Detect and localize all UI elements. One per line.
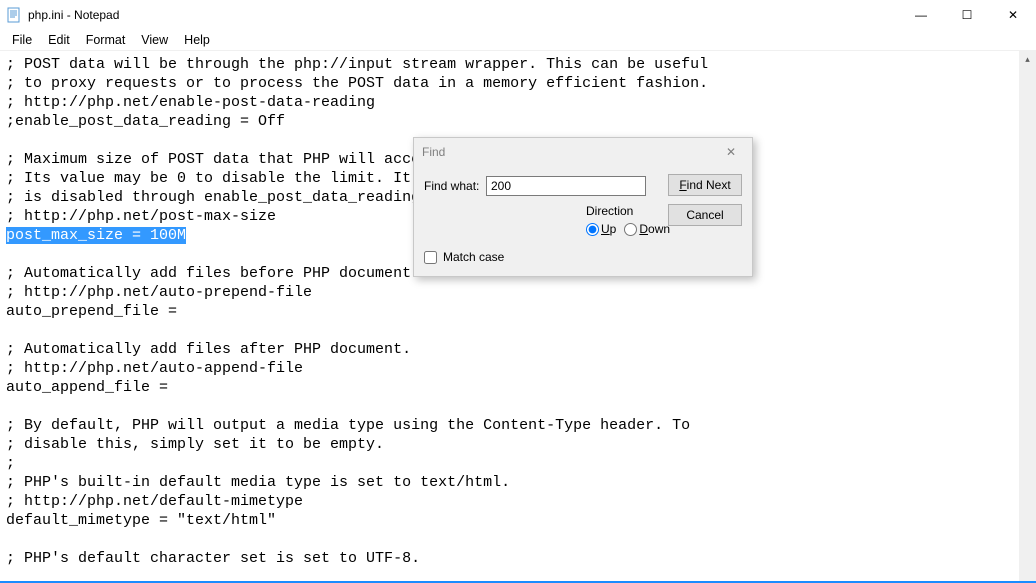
vertical-scrollbar[interactable]: ▴ [1019, 51, 1036, 583]
text-editor[interactable]: ; POST data will be through the php://in… [0, 51, 1019, 583]
menu-view[interactable]: View [133, 32, 176, 48]
find-next-button[interactable]: Find Next [668, 174, 742, 196]
radio-up[interactable] [586, 223, 599, 236]
radio-up-label[interactable]: Up [586, 222, 616, 236]
notepad-window: php.ini - Notepad — ☐ ✕ File Edit Format… [0, 0, 1036, 583]
find-what-input[interactable] [486, 176, 646, 196]
menubar: File Edit Format View Help [0, 30, 1036, 50]
close-button[interactable]: ✕ [990, 0, 1036, 30]
find-direction-group: Direction Up Down [586, 204, 670, 236]
menu-format[interactable]: Format [78, 32, 134, 48]
titlebar[interactable]: php.ini - Notepad — ☐ ✕ [0, 0, 1036, 30]
maximize-button[interactable]: ☐ [944, 0, 990, 30]
find-dialog-titlebar[interactable]: Find ✕ [414, 138, 752, 166]
scroll-up-arrow[interactable]: ▴ [1019, 51, 1036, 68]
menu-file[interactable]: File [4, 32, 40, 48]
notepad-icon [6, 7, 22, 23]
find-dialog: Find ✕ Find what: Find Next Cancel Direc… [413, 137, 753, 277]
radio-down-label[interactable]: Down [624, 222, 670, 236]
match-case-checkbox[interactable] [424, 251, 437, 264]
editor-area: ; POST data will be through the php://in… [0, 50, 1036, 583]
find-cancel-button[interactable]: Cancel [668, 204, 742, 226]
direction-label: Direction [586, 204, 670, 218]
radio-down[interactable] [624, 223, 637, 236]
match-case-label[interactable]: Match case [443, 250, 504, 264]
find-dialog-title: Find [422, 145, 445, 159]
minimize-button[interactable]: — [898, 0, 944, 30]
find-what-label: Find what: [424, 179, 486, 193]
window-title: php.ini - Notepad [28, 8, 119, 22]
menu-help[interactable]: Help [176, 32, 218, 48]
menu-edit[interactable]: Edit [40, 32, 78, 48]
selected-text[interactable]: post_max_size = 100M [6, 227, 186, 244]
find-close-button[interactable]: ✕ [718, 142, 744, 162]
